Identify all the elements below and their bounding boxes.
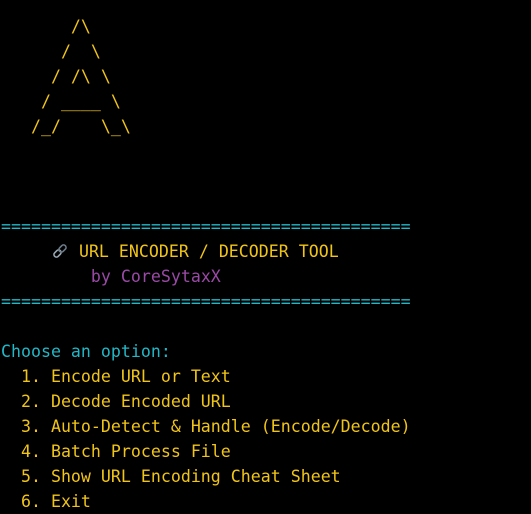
byline-line: by CoreSytaxX xyxy=(1,264,531,289)
header-rule-top: ========================================… xyxy=(1,217,411,236)
author-byline: by CoreSytaxX xyxy=(90,267,221,286)
tool-title: URL ENCODER / DECODER TOOL xyxy=(78,242,339,261)
ascii-line: /\ xyxy=(1,17,91,36)
menu-option-encode[interactable]: 1. Encode URL or Text xyxy=(1,364,531,389)
menu-prompt: Choose an option: xyxy=(1,342,171,361)
ascii-line: / \ xyxy=(1,42,101,61)
menu-option-exit[interactable]: 6. Exit xyxy=(1,489,531,514)
header-rule-bottom: ========================================… xyxy=(1,292,411,311)
menu-option-cheat-sheet[interactable]: 5. Show URL Encoding Cheat Sheet xyxy=(1,464,531,489)
tool-title-line: URL ENCODER / DECODER TOOL xyxy=(1,239,531,264)
ascii-banner: /\ / \ / /\ \ / ____ \ /_/ \_\ xyxy=(1,14,531,139)
terminal-window: /\ / \ / /\ \ / ____ \ /_/ \_\ =========… xyxy=(1,14,531,514)
ascii-line: /_/ \_\ xyxy=(1,117,131,136)
ascii-line: / ____ \ xyxy=(1,92,121,111)
menu-option-decode[interactable]: 2. Decode Encoded URL xyxy=(1,389,531,414)
link-icon xyxy=(51,242,69,260)
menu-option-batch[interactable]: 4. Batch Process File xyxy=(1,439,531,464)
menu-option-auto-detect[interactable]: 3. Auto-Detect & Handle (Encode/Decode) xyxy=(1,414,531,439)
ascii-line: / /\ \ xyxy=(1,67,111,86)
